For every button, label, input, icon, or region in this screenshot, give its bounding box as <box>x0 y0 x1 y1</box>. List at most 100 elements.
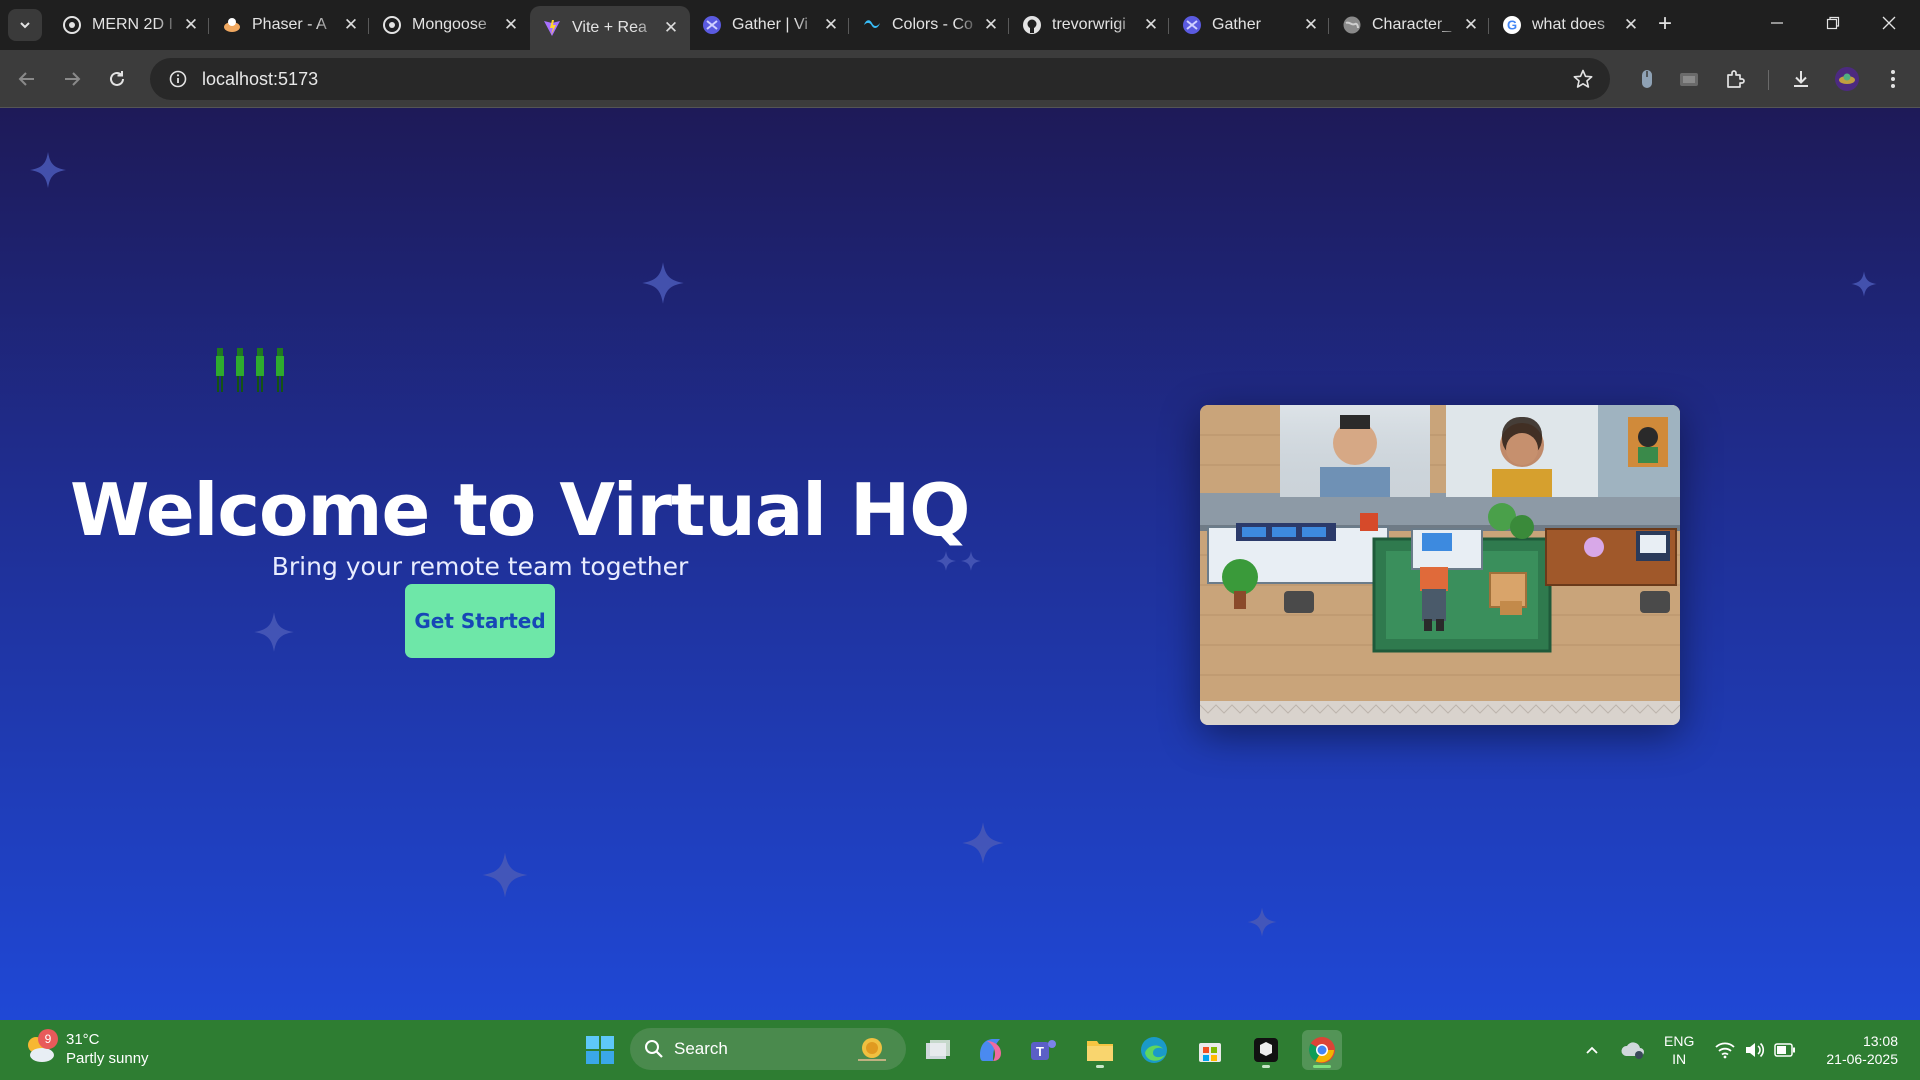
file-explorer-app[interactable] <box>1080 1030 1120 1070</box>
tab-close-icon[interactable]: ✕ <box>1462 15 1480 35</box>
start-button[interactable] <box>584 1034 616 1066</box>
browser-tab[interactable]: Mongoose ✕ <box>370 6 530 44</box>
browser-tab[interactable]: Gather ✕ <box>1170 6 1330 44</box>
reload-button[interactable] <box>102 64 132 94</box>
extension-window-icon[interactable] <box>1676 66 1702 92</box>
globe-icon <box>1342 15 1362 35</box>
search-label: Search <box>674 1039 728 1058</box>
speaker-icon <box>1746 1042 1765 1058</box>
microsoft-store-app[interactable] <box>1190 1030 1230 1070</box>
show-hidden-icons-button[interactable] <box>1584 1020 1600 1080</box>
sparkle-icon <box>30 152 66 188</box>
tab-close-icon[interactable]: ✕ <box>822 15 840 35</box>
arrow-right-icon <box>65 72 81 86</box>
language-code: ENG <box>1664 1033 1695 1049</box>
tab-close-icon[interactable]: ✕ <box>1142 15 1160 35</box>
url-text: localhost:5173 <box>202 68 319 89</box>
forward-button[interactable] <box>57 64 87 94</box>
browser-tab[interactable]: Phaser - A ✕ <box>210 6 370 44</box>
weather-widget[interactable]: 9 31°C Partly sunny <box>24 1029 149 1068</box>
tab-title: Phaser - A <box>252 16 327 33</box>
tab-separator <box>1488 18 1489 34</box>
downloads-icon[interactable] <box>1788 66 1814 92</box>
cloud-icon <box>1621 1042 1644 1059</box>
tab-search-button[interactable] <box>8 9 42 41</box>
task-view-button[interactable] <box>918 1030 958 1070</box>
temperature: 31°C <box>66 1031 100 1048</box>
profile-avatar[interactable] <box>1834 66 1860 92</box>
site-info-icon[interactable] <box>158 69 198 89</box>
toolbar-divider <box>1768 70 1769 90</box>
more-menu-icon[interactable] <box>1880 66 1906 92</box>
restore-button[interactable] <box>1810 8 1856 40</box>
minimize-button[interactable] <box>1754 8 1800 40</box>
gather-icon <box>702 15 722 35</box>
browser-tab[interactable]: trevorwrigi ✕ <box>1010 6 1170 44</box>
store-icon <box>1199 1043 1221 1062</box>
character-sprite <box>216 348 224 392</box>
tab-close-icon[interactable]: ✕ <box>342 15 360 35</box>
tab-close-icon[interactable]: ✕ <box>662 18 680 38</box>
copilot-app[interactable] <box>970 1030 1010 1070</box>
sparkle-icon <box>642 262 684 304</box>
new-tab-button[interactable]: + <box>1650 10 1680 40</box>
teams-app[interactable]: T <box>1024 1030 1064 1070</box>
character-sprite <box>256 348 264 392</box>
chrome-icon <box>1308 1037 1335 1063</box>
search-highlight-icon <box>858 1038 886 1061</box>
tab-title: Mongoose <box>412 16 487 33</box>
edge-icon <box>1141 1037 1167 1063</box>
browser-tab[interactable]: Gather | Vi ✕ <box>690 6 850 44</box>
character-sprites <box>214 348 286 396</box>
tailwind-icon <box>862 15 882 35</box>
tab-close-icon[interactable]: ✕ <box>1622 15 1640 35</box>
github-icon <box>1022 15 1042 35</box>
wifi-status[interactable] <box>1714 1020 1736 1080</box>
extension-mouse-icon[interactable] <box>1634 66 1660 92</box>
onedrive-status-button[interactable] <box>1620 1020 1646 1080</box>
phaser-icon <box>222 15 242 35</box>
teams-icon: T <box>1031 1040 1056 1060</box>
minimize-icon <box>1771 22 1783 24</box>
tab-close-icon[interactable]: ✕ <box>982 15 1000 35</box>
tab-close-icon[interactable]: ✕ <box>182 15 200 35</box>
copilot-icon <box>980 1039 1001 1061</box>
terminal-app[interactable] <box>1246 1030 1286 1070</box>
tab-separator <box>848 18 849 34</box>
browser-tab[interactable]: Colors - Co ✕ <box>850 6 1010 44</box>
openai-icon <box>62 15 82 35</box>
office-illustration <box>1200 405 1680 725</box>
browser-tab[interactable]: MERN 2D I ✕ <box>50 6 210 44</box>
system-clock[interactable]: 13:08 21-06-2025 <box>1818 1032 1898 1068</box>
get-started-button[interactable]: Get Started <box>405 584 555 658</box>
tab-separator <box>208 18 209 34</box>
sparkle-icon <box>961 551 981 571</box>
language-indicator[interactable]: ENG IN <box>1664 1032 1694 1068</box>
tab-title: Vite + Rea <box>572 19 647 36</box>
volume-status[interactable] <box>1744 1020 1766 1080</box>
back-button[interactable] <box>12 64 42 94</box>
address-bar[interactable]: localhost:5173 <box>150 58 1610 100</box>
tab-close-icon[interactable]: ✕ <box>1302 15 1320 35</box>
virtual-office-preview-image <box>1200 405 1680 725</box>
hero-title: Welcome to Virtual HQ <box>70 468 971 552</box>
battery-status[interactable] <box>1774 1020 1796 1080</box>
partly-sunny-icon: 9 <box>24 1029 58 1065</box>
close-window-button[interactable] <box>1866 8 1912 40</box>
hero-subtitle: Bring your remote team together <box>271 552 689 581</box>
tab-close-icon[interactable]: ✕ <box>502 15 520 35</box>
battery-icon <box>1774 1043 1795 1057</box>
arrow-left-icon <box>18 72 34 86</box>
search-icon <box>645 1040 663 1058</box>
taskbar-search[interactable]: Search <box>630 1028 906 1070</box>
chrome-app[interactable] <box>1302 1030 1342 1070</box>
edge-app[interactable] <box>1134 1030 1174 1070</box>
weather-condition: Partly sunny <box>66 1050 149 1067</box>
extensions-puzzle-icon[interactable] <box>1722 66 1748 92</box>
browser-tab[interactable]: Character_ ✕ <box>1330 6 1490 44</box>
browser-tab[interactable]: Gwhat does ✕ <box>1490 6 1650 44</box>
bookmark-star-icon[interactable] <box>1572 68 1594 95</box>
sparkle-icon <box>936 551 956 571</box>
browser-toolbar: localhost:5173 <box>0 50 1920 108</box>
browser-tab[interactable]: Vite + Rea ✕ <box>530 6 690 50</box>
